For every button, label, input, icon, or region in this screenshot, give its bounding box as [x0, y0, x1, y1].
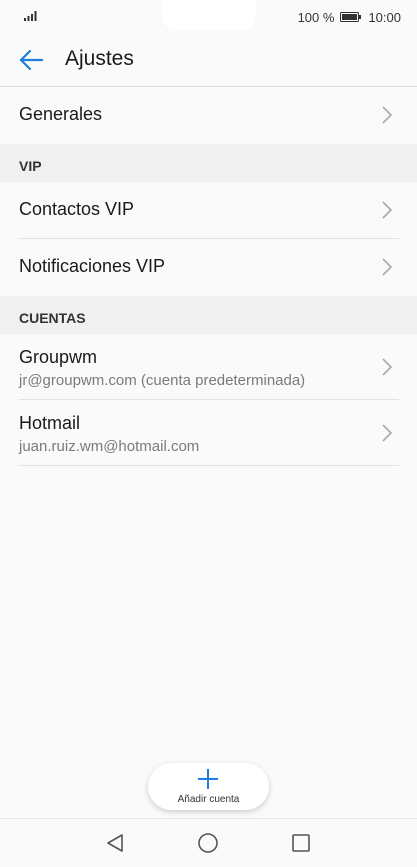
item-title: Contactos VIP: [19, 199, 135, 219]
account-name: Hotmail: [19, 413, 81, 433]
chevron-right-icon: [382, 201, 392, 219]
account-email: jr@groupwm.com (cuenta predeterminada): [19, 372, 306, 389]
page-title: Ajustes: [65, 47, 134, 70]
camera-notch: [162, 0, 256, 30]
account-item-hotmail[interactable]: Hotmail juan.ruiz.wm@hotmail.com: [0, 400, 417, 466]
chevron-right-icon: [382, 106, 392, 124]
arrow-left-icon[interactable]: [18, 47, 44, 73]
chevron-right-icon: [382, 424, 392, 442]
settings-item-contactos-vip[interactable]: Contactos VIP: [0, 182, 417, 239]
plus-icon: [198, 769, 218, 789]
add-account-label: Añadir cuenta: [177, 794, 240, 805]
add-account-button[interactable]: Añadir cuenta: [148, 763, 269, 810]
battery-icon: [340, 12, 362, 22]
battery-percentage: 100 %: [297, 9, 335, 25]
settings-item-generales[interactable]: Generales: [0, 87, 417, 144]
app-bar: Ajustes: [0, 34, 417, 87]
account-item-groupwm[interactable]: Groupwm jr@groupwm.com (cuenta predeterm…: [0, 334, 417, 400]
home-circle-icon[interactable]: [197, 832, 219, 854]
account-email: juan.ruiz.wm@hotmail.com: [19, 438, 200, 455]
back-triangle-icon[interactable]: [104, 832, 126, 854]
settings-list: Generales VIP Contactos VIP Notificacion…: [0, 87, 417, 466]
settings-item-notificaciones-vip[interactable]: Notificaciones VIP: [0, 239, 417, 296]
account-name: Groupwm: [19, 347, 98, 367]
status-right: 100 % 10:00: [298, 9, 401, 25]
section-header-cuentas: CUENTAS: [0, 296, 417, 334]
section-header-vip: VIP: [0, 144, 417, 182]
recents-square-icon[interactable]: [290, 832, 312, 854]
item-title: Notificaciones VIP: [19, 256, 166, 276]
chevron-right-icon: [382, 258, 392, 276]
item-title: Generales: [19, 104, 103, 124]
divider: [19, 465, 399, 466]
system-nav-bar: [0, 818, 417, 867]
status-bar: 100 % 10:00: [0, 0, 417, 34]
signal-icon: [24, 11, 37, 21]
status-time: 10:00: [368, 9, 401, 25]
chevron-right-icon: [382, 358, 392, 376]
